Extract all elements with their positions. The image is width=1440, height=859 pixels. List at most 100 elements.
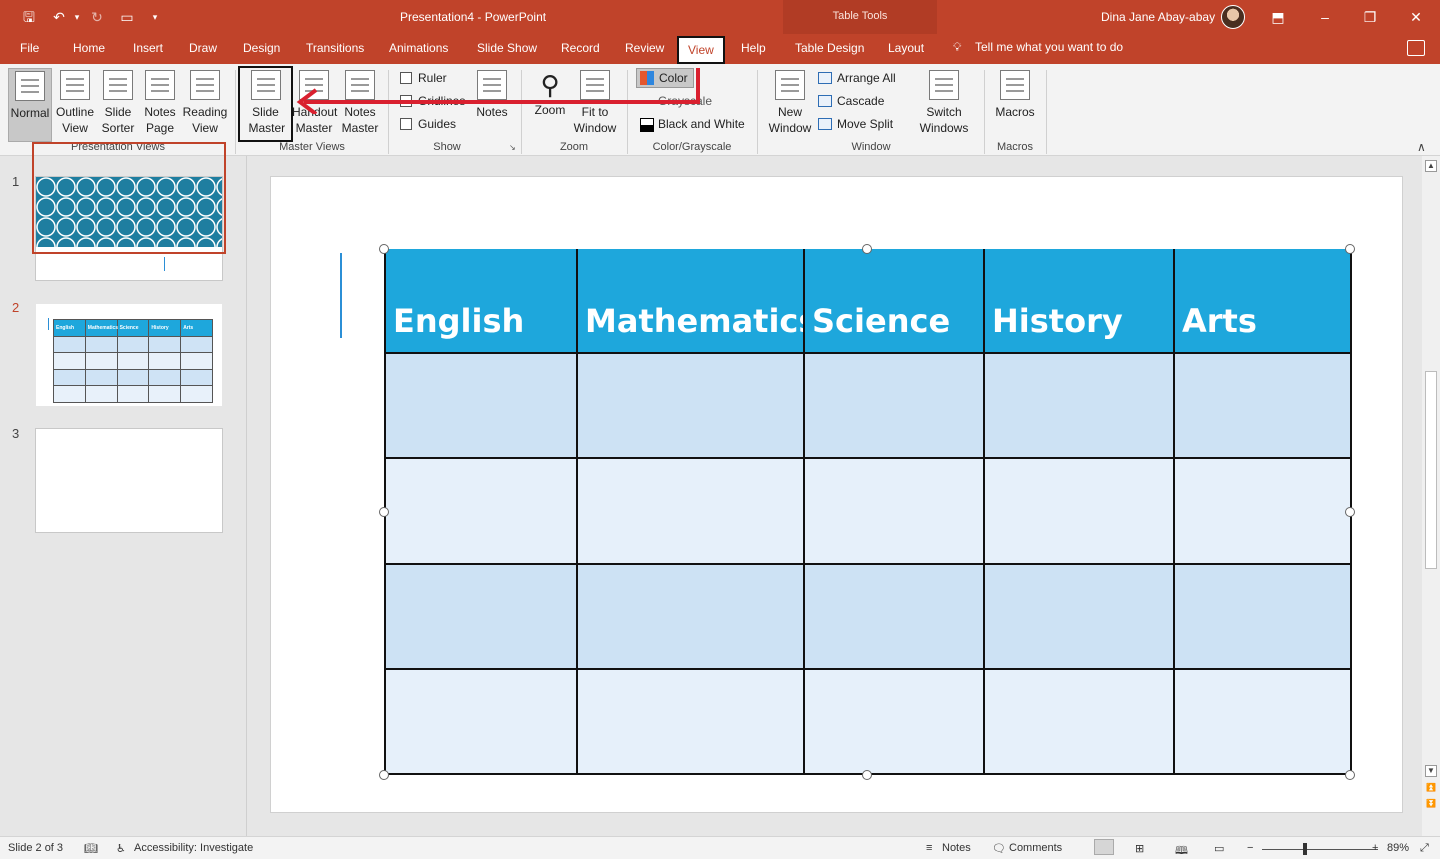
table-cell[interactable] <box>384 562 578 670</box>
customize-toolbar-icon[interactable]: ▾ <box>146 8 164 26</box>
gridlines-checkbox[interactable]: Gridlines <box>400 94 465 108</box>
close-icon[interactable]: ✕ <box>1405 6 1427 28</box>
table-cell[interactable] <box>983 352 1175 460</box>
switch-windows-button[interactable]: Switch Windows <box>910 68 978 142</box>
resize-handle-right[interactable] <box>1345 507 1355 517</box>
tab-insert[interactable]: Insert <box>133 41 163 55</box>
handout-master-button[interactable]: Handout Master <box>292 68 337 142</box>
table-cell[interactable] <box>803 562 985 670</box>
avatar[interactable] <box>1221 5 1245 29</box>
tab-view[interactable]: View <box>677 36 725 64</box>
undo-icon[interactable]: ↶ <box>50 8 68 26</box>
table-cell[interactable] <box>983 562 1175 670</box>
table-cell[interactable] <box>983 457 1175 565</box>
previous-slide-icon[interactable]: ⏫ <box>1425 783 1437 795</box>
table-cell[interactable] <box>1173 667 1352 776</box>
resize-handle-left[interactable] <box>379 507 389 517</box>
black-and-white-button[interactable]: Black and White <box>658 117 745 131</box>
new-window-button[interactable]: New Window <box>764 68 816 142</box>
tab-help[interactable]: Help <box>741 41 766 55</box>
notes-toggle[interactable]: Notes <box>942 842 971 854</box>
scroll-up-icon[interactable]: ▲ <box>1425 160 1437 172</box>
tab-draw[interactable]: Draw <box>189 41 217 55</box>
table-cell[interactable] <box>983 667 1175 776</box>
fit-slide-icon[interactable]: ⤢ <box>1420 842 1429 855</box>
table-cell[interactable] <box>1173 457 1352 565</box>
slideshow-status-icon[interactable]: ▭ <box>1214 842 1224 855</box>
zoom-level[interactable]: 89% <box>1387 842 1409 854</box>
header-cell-arts[interactable]: Arts <box>1173 249 1352 355</box>
notes-page-button[interactable]: Notes Page <box>140 68 180 142</box>
tab-review[interactable]: Review <box>625 41 664 55</box>
tab-table-design[interactable]: Table Design <box>795 41 864 55</box>
spelling-icon[interactable]: 📖︎ <box>84 842 98 855</box>
table-cell[interactable] <box>1173 562 1352 670</box>
dialog-launcher-icon[interactable]: ↘ <box>509 143 516 152</box>
table-cell[interactable] <box>576 457 805 565</box>
table-cell[interactable] <box>1173 352 1352 460</box>
tab-animations[interactable]: Animations <box>389 41 448 55</box>
table-cell[interactable] <box>576 352 805 460</box>
tab-layout[interactable]: Layout <box>888 41 924 55</box>
scrollbar-thumb[interactable] <box>1425 371 1437 569</box>
comments-icon[interactable] <box>1407 40 1425 56</box>
notes-toggle-icon[interactable]: ≡ <box>926 842 932 854</box>
resize-handle-top-left[interactable] <box>379 244 389 254</box>
table-cell[interactable] <box>384 457 578 565</box>
resize-handle-top[interactable] <box>862 244 872 254</box>
table-cell[interactable] <box>384 667 578 776</box>
table-cell[interactable] <box>803 457 985 565</box>
slide-thumbnail-3[interactable] <box>35 428 223 533</box>
zoom-in-icon[interactable]: + <box>1372 842 1378 854</box>
normal-view-button[interactable]: Normal <box>8 68 52 142</box>
macros-button[interactable]: Macros <box>990 68 1040 142</box>
zoom-slider[interactable] <box>1262 849 1378 850</box>
normal-view-status-icon[interactable] <box>1094 839 1114 855</box>
tab-record[interactable]: Record <box>561 41 600 55</box>
accessibility-icon[interactable]: ♿︎ <box>116 842 126 855</box>
comments-toggle-icon[interactable]: 🗨︎ <box>992 842 1006 855</box>
resize-handle-bottom[interactable] <box>862 770 872 780</box>
reading-view-status-icon[interactable]: 🕮︎ <box>1175 842 1188 859</box>
tab-transitions[interactable]: Transitions <box>306 41 364 55</box>
tab-file[interactable]: File <box>20 41 39 55</box>
resize-handle-bottom-left[interactable] <box>379 770 389 780</box>
present-icon[interactable]: ▭ <box>118 8 136 26</box>
vertical-scrollbar[interactable]: ▲ ▼ ⏫ ⏬ <box>1422 156 1440 836</box>
save-icon[interactable]: 🖫 <box>20 8 38 26</box>
slide-sorter-button[interactable]: Slide Sorter <box>98 68 138 142</box>
zoom-out-icon[interactable]: − <box>1247 842 1253 854</box>
header-cell-science[interactable]: Science <box>803 249 985 355</box>
arrange-all-button[interactable]: Arrange All <box>818 71 896 85</box>
restore-icon[interactable]: ❐ <box>1359 6 1381 28</box>
outline-view-button[interactable]: Outline View <box>54 68 96 142</box>
grayscale-button[interactable]: Grayscale <box>658 94 712 108</box>
move-split-button[interactable]: Move Split <box>818 117 893 131</box>
comments-toggle[interactable]: Comments <box>1009 842 1062 854</box>
notes-button[interactable]: Notes <box>472 68 512 142</box>
zoom-slider-knob[interactable] <box>1303 843 1307 855</box>
tab-design[interactable]: Design <box>243 41 280 55</box>
resize-handle-top-right[interactable] <box>1345 244 1355 254</box>
redo-icon[interactable]: ↻ <box>88 8 106 26</box>
collapse-ribbon-icon[interactable]: ∧ <box>1417 140 1426 154</box>
subjects-table[interactable]: English Mathematics Science History Arts <box>384 249 1352 776</box>
next-slide-icon[interactable]: ⏬ <box>1425 799 1437 811</box>
tell-me-search[interactable]: 💡︎ Tell me what you want to do <box>953 40 1123 55</box>
header-cell-mathematics[interactable]: Mathematics <box>576 249 805 355</box>
ruler-checkbox[interactable]: Ruler <box>400 71 447 85</box>
table-cell[interactable] <box>384 352 578 460</box>
zoom-button[interactable]: ⚲ Zoom <box>528 68 572 142</box>
reading-view-button[interactable]: Reading View <box>182 68 228 142</box>
resize-handle-bottom-right[interactable] <box>1345 770 1355 780</box>
table-cell[interactable] <box>576 667 805 776</box>
user-name[interactable]: Dina Jane Abay-abay <box>1101 10 1215 24</box>
table-cell[interactable] <box>576 562 805 670</box>
slide-master-button[interactable]: Slide Master <box>238 66 293 142</box>
scroll-down-icon[interactable]: ▼ <box>1425 765 1437 777</box>
accessibility-status[interactable]: Accessibility: Investigate <box>134 842 253 854</box>
table-cell[interactable] <box>803 352 985 460</box>
fit-to-window-button[interactable]: Fit to Window <box>570 68 620 142</box>
header-cell-history[interactable]: History <box>983 249 1175 355</box>
tab-slide-show[interactable]: Slide Show <box>477 41 537 55</box>
